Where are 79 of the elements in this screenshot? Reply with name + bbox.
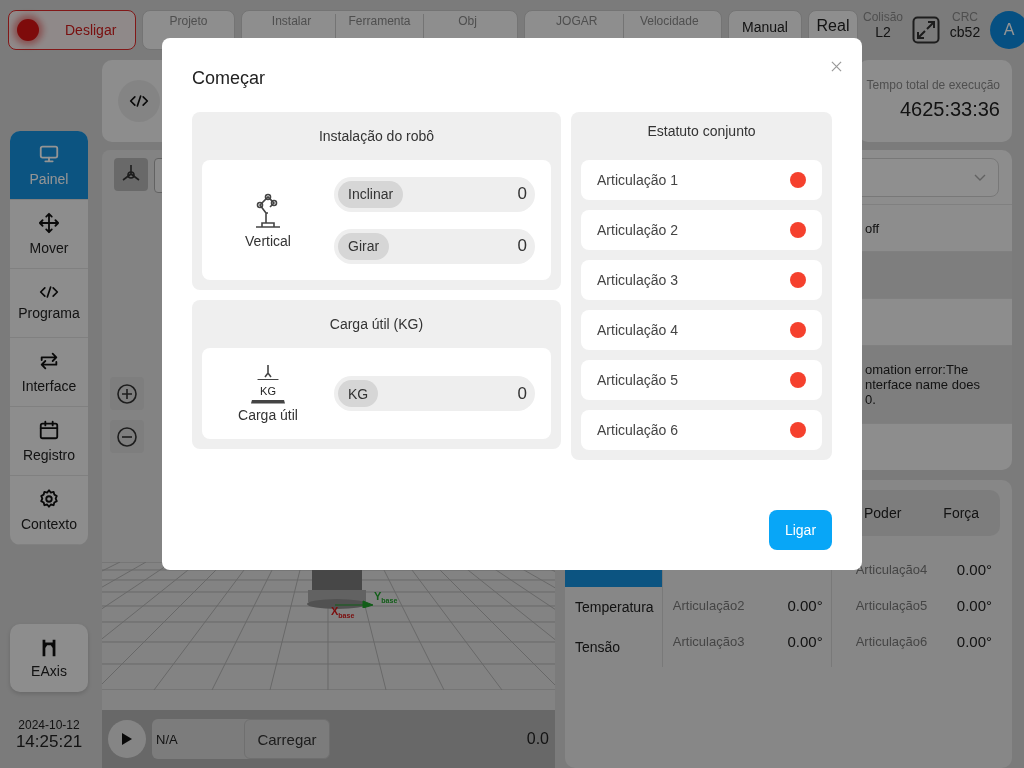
status-title: Obj <box>458 14 477 28</box>
code-icon <box>39 285 59 299</box>
joint-value: 0.00° <box>956 632 992 650</box>
field-value: 0 <box>517 383 527 404</box>
zoom-out-icon <box>115 424 139 449</box>
status-message: off <box>865 220 880 236</box>
mount-label: Vertical <box>245 233 291 249</box>
speed-reading: 0.0 <box>526 730 549 748</box>
joint-value: 0.00° <box>956 560 992 578</box>
play-button[interactable] <box>108 720 146 758</box>
panel-tab[interactable]: Poder <box>858 505 924 521</box>
joint-label: Articulação 2 <box>597 222 678 238</box>
nav-item[interactable]: Programa <box>10 269 88 338</box>
card-title: Instalação do robô <box>317 127 436 146</box>
joint-label: Articulação 5 <box>597 372 678 388</box>
joint-label: Articulação 1 <box>597 172 678 188</box>
value-field[interactable]: KG 0 <box>334 376 535 411</box>
field-label: KG <box>338 380 379 407</box>
joint-value: 0.00° <box>787 596 823 614</box>
side-tab[interactable]: Temperatura <box>565 587 662 627</box>
power-button[interactable]: Desligar <box>8 10 136 50</box>
joint-label: Articulação 6 <box>597 422 678 438</box>
monitor-icon <box>38 143 60 165</box>
axis-label: X$_{base}$ <box>331 605 355 620</box>
date-label: 2024-10-12 <box>18 718 80 732</box>
runtime-value: 4625:33:36 <box>899 98 1000 121</box>
field-value: 0 <box>517 184 527 204</box>
play-icon <box>121 732 133 746</box>
joint-label: Articulação 3 <box>597 272 678 288</box>
zoom-out-button[interactable] <box>110 420 144 453</box>
panel-tab[interactable]: Força <box>937 505 1002 521</box>
status-title: Ferramenta <box>348 14 411 28</box>
status-title: JOGAR <box>556 14 598 28</box>
status-message: omation error:The nterface name does 0. <box>865 362 980 408</box>
nav-item[interactable]: Mover <box>10 200 88 269</box>
collision-value: L2 <box>875 24 891 40</box>
value-field[interactable]: Inclinar 0 <box>334 176 535 212</box>
crc-value: cb52 <box>949 24 981 40</box>
field-value: 0 <box>517 236 527 256</box>
joint-name: Articulação5 <box>855 597 928 613</box>
joint-name: Articulação4 <box>855 561 928 577</box>
code-icon <box>129 94 149 108</box>
nav-item[interactable]: Interface <box>10 338 88 407</box>
y-axis-arrow <box>335 600 375 608</box>
joint-name: Articulação6 <box>855 633 928 649</box>
payload-label: Carga útil <box>238 406 298 423</box>
card-title: Estatuto conjunto <box>646 122 757 141</box>
time-label: 14:25:21 <box>15 732 83 752</box>
joint-value: 0.00° <box>956 596 992 614</box>
status-title: Velocidade <box>639 14 699 28</box>
field-label: Inclinar <box>338 180 404 208</box>
dialog-title: Começar <box>192 67 267 90</box>
expand-icon[interactable] <box>912 16 940 44</box>
move-arrows-icon <box>38 212 60 234</box>
nav-item[interactable]: Registro <box>10 407 88 476</box>
status-title: Instalar <box>271 14 312 28</box>
field-label: Girar <box>338 232 390 260</box>
axis-label: Y$_{base}$ <box>374 590 398 605</box>
side-tab[interactable]: Tensão <box>565 627 662 667</box>
settings-icon <box>38 488 60 510</box>
swap-arrows-icon <box>38 350 60 372</box>
status-title: Projeto <box>169 14 208 28</box>
card-title: Carga útil (KG) <box>328 315 425 334</box>
value-field[interactable]: Girar 0 <box>334 228 535 264</box>
joint-name: Articulação2 <box>672 597 745 613</box>
code-button[interactable] <box>118 80 160 122</box>
runtime-label: Tempo total de execução <box>866 78 1000 92</box>
zoom-in-icon <box>115 381 139 406</box>
view-cube-button[interactable] <box>114 158 148 191</box>
nav-item[interactable]: Contexto <box>10 476 88 545</box>
chevron-down-icon <box>974 173 986 182</box>
eaxis-button[interactable]: EAxis <box>10 624 88 692</box>
joint-name: Articulação3 <box>672 633 745 649</box>
joint-value: 0.00° <box>787 632 823 650</box>
close-icon[interactable] <box>831 61 842 72</box>
zoom-in-button[interactable] <box>110 377 144 410</box>
joint-label: Articulação 4 <box>597 322 678 338</box>
calendar-icon <box>38 419 60 441</box>
load-button[interactable]: Carregar <box>244 719 330 759</box>
